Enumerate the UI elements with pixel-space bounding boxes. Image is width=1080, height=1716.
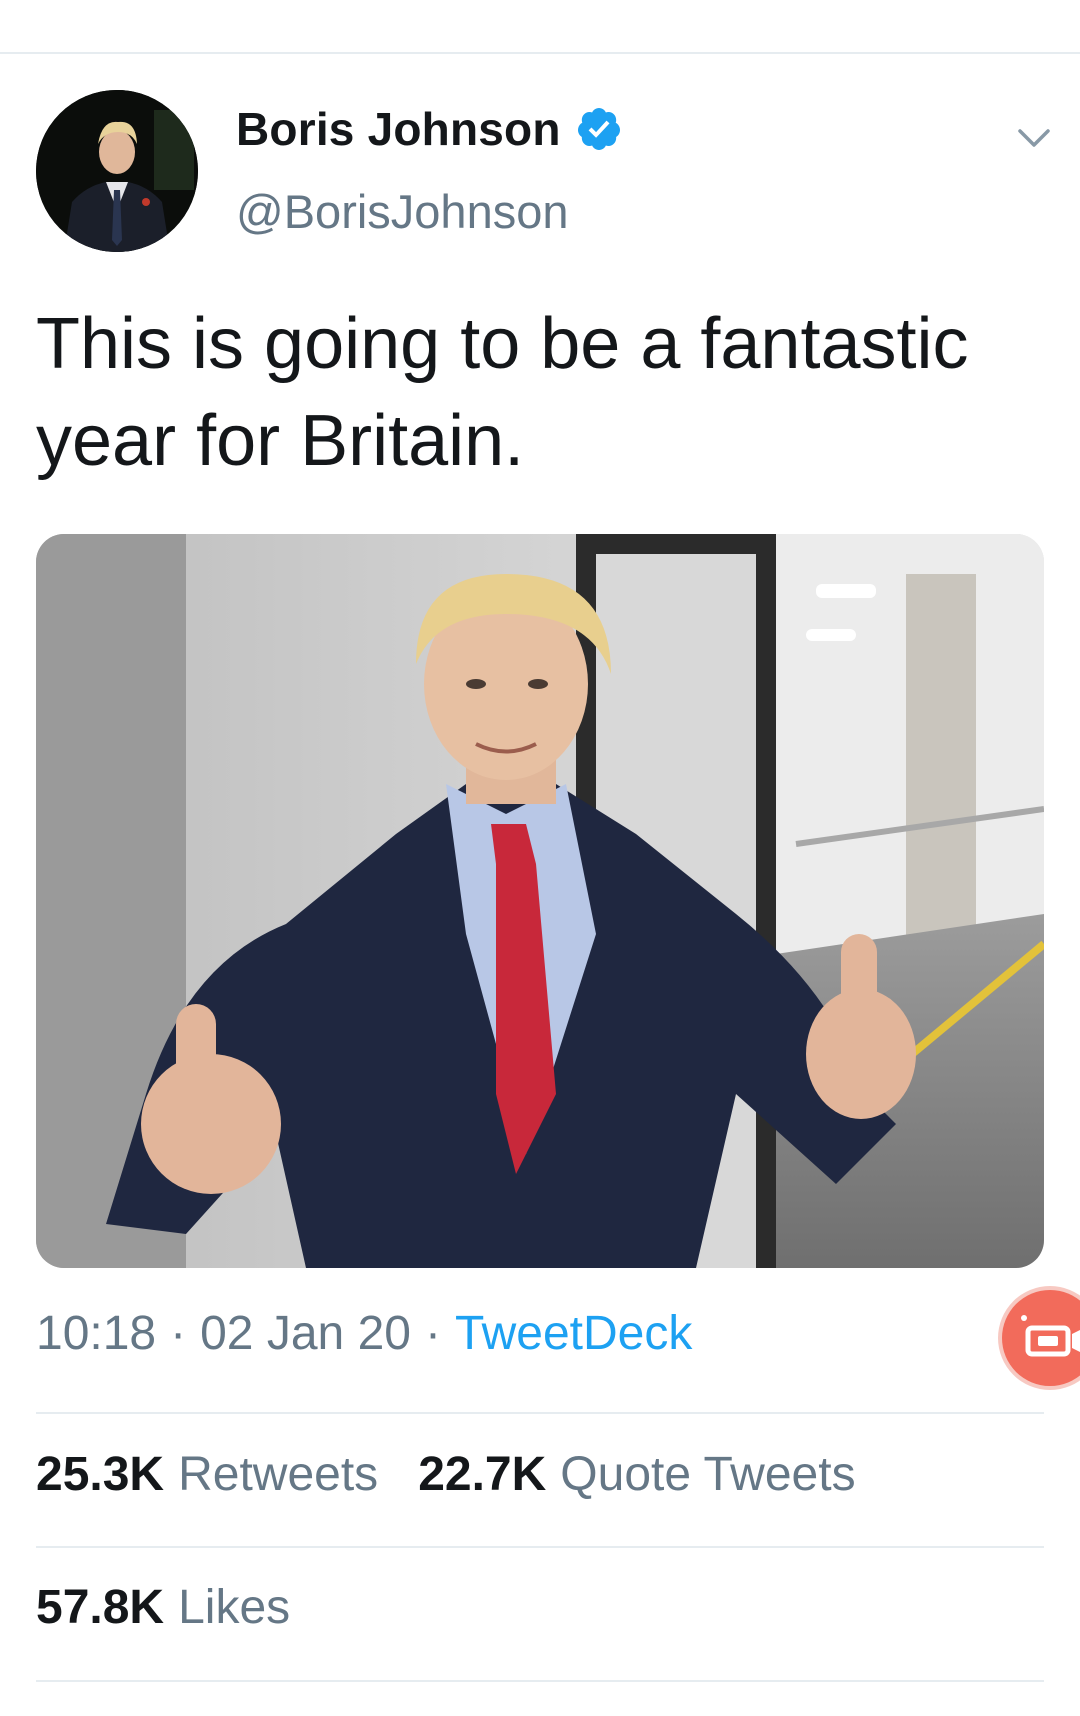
divider: [36, 1412, 1044, 1414]
author-handle[interactable]: @BorisJohnson: [236, 184, 569, 239]
avatar[interactable]: [36, 90, 198, 252]
top-divider: [0, 52, 1080, 54]
meta-separator: ·: [424, 1307, 441, 1360]
verified-badge-icon: [575, 105, 623, 153]
quote-tweets-count: 22.7K: [418, 1448, 547, 1501]
tweet-source-link[interactable]: TweetDeck: [455, 1306, 692, 1361]
likes-count: 57.8K: [36, 1581, 165, 1634]
tweet-meta: 10:18 · 02 Jan 20 · TweetDeck: [36, 1306, 692, 1361]
likes-stats-row: 57.8K Likes: [36, 1580, 290, 1635]
avatar-image: [36, 90, 198, 252]
chevron-down-icon[interactable]: [1014, 118, 1054, 158]
tweet-photo[interactable]: [36, 534, 1044, 1268]
likes-stat[interactable]: 57.8K Likes: [36, 1580, 290, 1635]
divider: [36, 1546, 1044, 1548]
retweets-label: Retweets: [178, 1448, 379, 1501]
tweet-text: This is going to be a fantastic year for…: [36, 304, 969, 481]
retweets-count: 25.3K: [36, 1448, 165, 1501]
author-display-name[interactable]: Boris Johnson: [236, 102, 561, 156]
author-name-row[interactable]: Boris Johnson: [236, 102, 623, 156]
quote-tweets-stat[interactable]: 22.7K Quote Tweets: [418, 1447, 855, 1502]
retweets-stat[interactable]: 25.3K Retweets: [36, 1447, 378, 1502]
screen-record-icon: [1021, 1315, 1080, 1357]
meta-separator: ·: [170, 1307, 187, 1360]
divider: [36, 1680, 1044, 1682]
screen-record-button[interactable]: [1002, 1290, 1080, 1386]
tweet-date: 02 Jan 20: [200, 1307, 411, 1360]
quote-tweets-label: Quote Tweets: [560, 1448, 856, 1501]
likes-label: Likes: [178, 1581, 291, 1634]
tweet-time: 10:18: [36, 1307, 157, 1360]
engagement-stats-row: 25.3K Retweets 22.7K Quote Tweets: [36, 1447, 856, 1502]
